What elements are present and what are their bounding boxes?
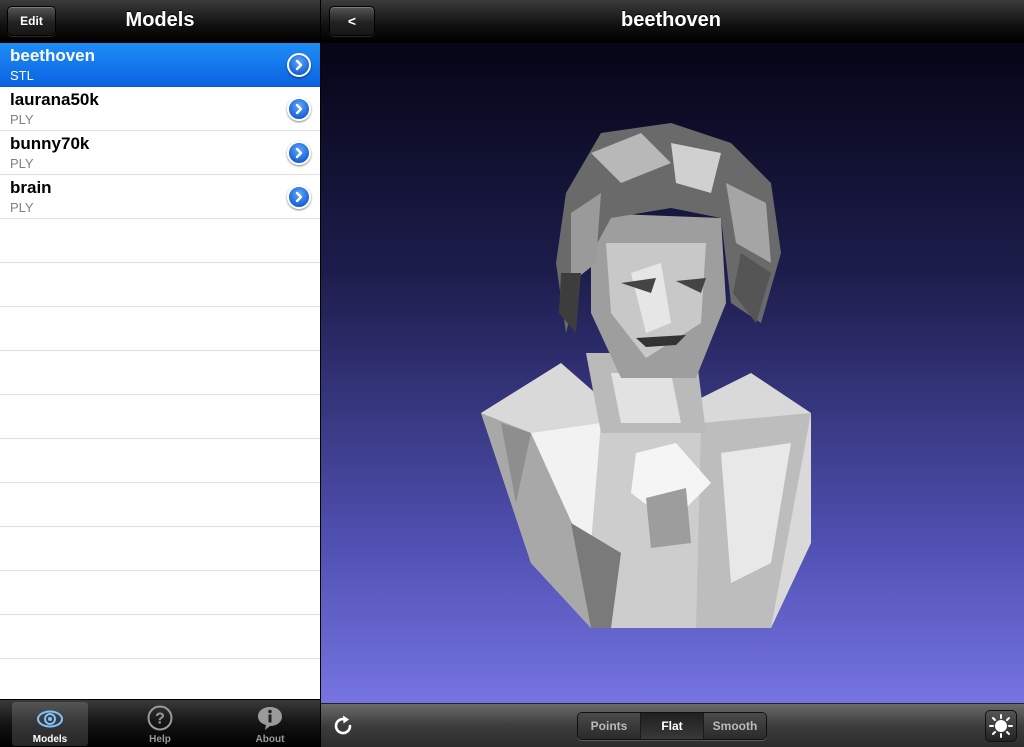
empty-row	[0, 615, 320, 659]
empty-row	[0, 307, 320, 351]
models-title: Models	[125, 9, 195, 31]
empty-row	[0, 483, 320, 527]
edit-button[interactable]: Edit	[7, 6, 56, 36]
disclosure-chevron-icon[interactable]	[287, 185, 311, 209]
empty-row	[0, 351, 320, 395]
tab-label: Help	[149, 734, 171, 745]
models-list: beethoven STL laurana50k PLY bunny70k PL…	[0, 43, 320, 703]
tab-models[interactable]: Models	[12, 702, 88, 746]
model-viewport[interactable]	[321, 43, 1024, 703]
empty-row	[0, 395, 320, 439]
viewer-toolbar: Points Flat Smooth	[321, 703, 1024, 747]
model-format: PLY	[10, 200, 34, 215]
models-navbar: Edit Models	[0, 0, 320, 43]
model-format: STL	[10, 68, 34, 83]
mode-smooth[interactable]: Smooth	[704, 713, 766, 739]
viewer-title: beethoven	[620, 9, 722, 31]
model-name: brain	[10, 178, 52, 197]
beethoven-bust-model	[481, 123, 811, 628]
model-format: PLY	[10, 112, 34, 127]
eye-icon	[37, 710, 63, 728]
tab-bar: Models ? Help About	[0, 699, 320, 747]
mode-points[interactable]: Points	[578, 713, 641, 739]
model-name: laurana50k	[10, 90, 99, 109]
tab-label: Models	[32, 734, 68, 745]
models-pane: Edit Models beethoven STL laurana50k PLY…	[0, 0, 320, 747]
tab-label: About	[255, 734, 285, 745]
light-button[interactable]	[985, 710, 1017, 742]
question-icon: ?	[147, 705, 173, 731]
tab-help[interactable]: ? Help	[122, 702, 198, 746]
disclosure-chevron-icon[interactable]	[287, 97, 311, 121]
back-button[interactable]: <	[329, 6, 375, 36]
disclosure-chevron-icon[interactable]	[287, 53, 311, 77]
svg-text:?: ?	[155, 711, 165, 728]
info-icon	[258, 707, 282, 730]
sun-icon	[989, 714, 1013, 738]
model-name: beethoven	[10, 46, 96, 65]
list-item-brain[interactable]: brain PLY	[0, 175, 320, 219]
empty-row	[0, 219, 320, 263]
viewer-navbar: < beethoven	[321, 0, 1024, 43]
refresh-icon[interactable]	[331, 714, 355, 738]
mode-flat[interactable]: Flat	[641, 713, 704, 739]
empty-row	[0, 571, 320, 615]
empty-row	[0, 263, 320, 307]
list-item-bunny70k[interactable]: bunny70k PLY	[0, 131, 320, 175]
model-format: PLY	[10, 156, 34, 171]
render-mode-control: Points Flat Smooth	[577, 712, 767, 740]
list-item-laurana50k[interactable]: laurana50k PLY	[0, 87, 320, 131]
viewer-pane: < beethoven Points Flat Smooth	[321, 0, 1024, 747]
model-name: bunny70k	[10, 134, 90, 153]
empty-row	[0, 659, 320, 703]
empty-row	[0, 439, 320, 483]
disclosure-chevron-icon[interactable]	[287, 141, 311, 165]
empty-row	[0, 527, 320, 571]
tab-about[interactable]: About	[232, 702, 308, 746]
list-item-beethoven[interactable]: beethoven STL	[0, 43, 320, 87]
